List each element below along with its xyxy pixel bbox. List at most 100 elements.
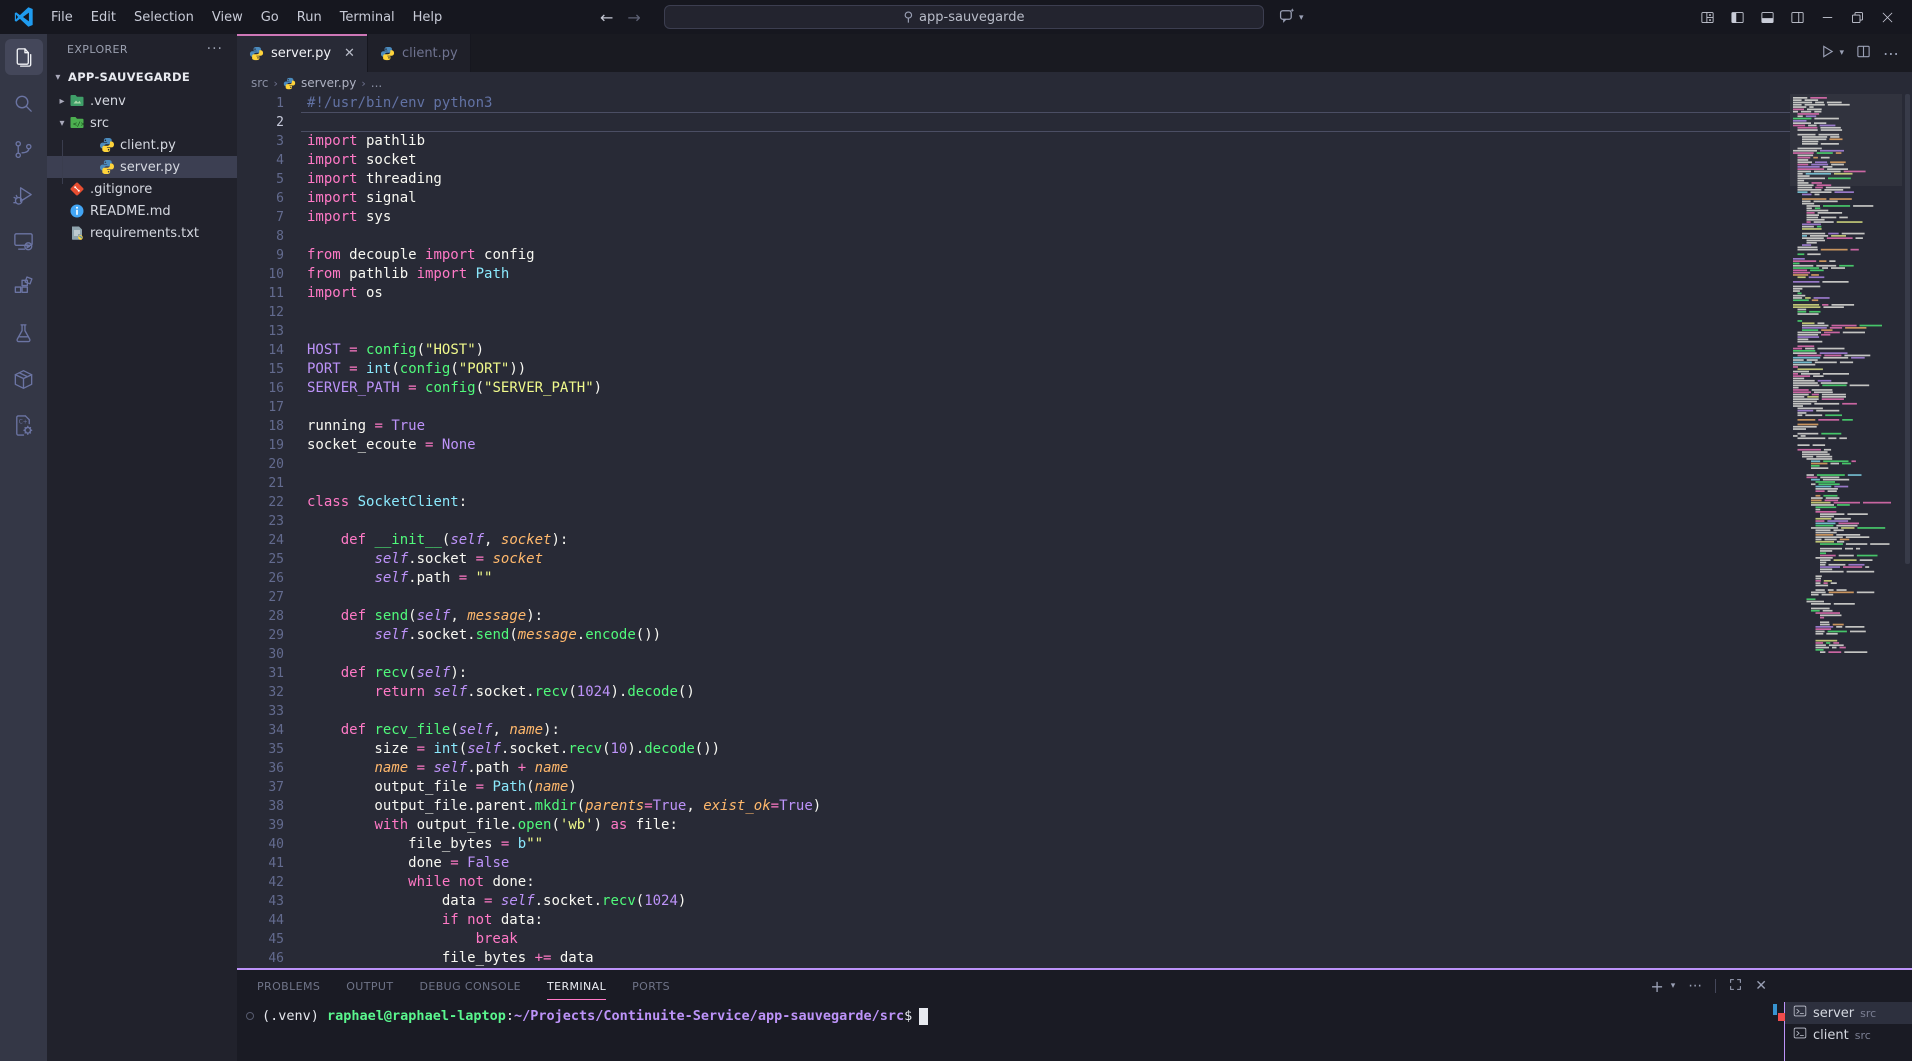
tree-item-server-py[interactable]: server.py <box>47 156 237 178</box>
sidebar-title: EXPLORER <box>67 43 128 56</box>
containers-icon[interactable] <box>5 361 43 397</box>
line-number: 31 <box>237 664 307 683</box>
breadcrumb-item[interactable]: server.py <box>301 76 356 90</box>
add-terminal-icon[interactable]: + <box>1650 977 1663 996</box>
close-panel-icon[interactable]: ✕ <box>1755 978 1767 994</box>
line-number: 20 <box>237 455 307 474</box>
folder-src-icon: </> <box>69 115 85 131</box>
ellipsis-icon[interactable]: ··· <box>207 41 223 57</box>
terminal-decoration-blue <box>1773 1004 1777 1015</box>
testing-icon[interactable] <box>5 315 43 351</box>
line-number: 17 <box>237 398 307 417</box>
terminal-list-item-server[interactable]: serversrc <box>1785 1002 1912 1024</box>
terminal-icon <box>1793 1026 1807 1044</box>
tree-item-src[interactable]: ▾</>src <box>47 112 237 134</box>
search-icon[interactable] <box>5 85 43 121</box>
code-line <box>307 113 1790 132</box>
line-number: 33 <box>237 702 307 721</box>
terminal-list: serversrcclientsrc <box>1784 1002 1912 1061</box>
remote-explorer-icon[interactable] <box>5 223 43 259</box>
forward-icon[interactable]: → <box>627 8 640 27</box>
menu-selection[interactable]: Selection <box>125 10 203 25</box>
extensions-icon[interactable] <box>5 269 43 305</box>
tree-item--venv[interactable]: ▸.venv <box>47 90 237 112</box>
panel-bottom-icon[interactable] <box>1754 4 1780 30</box>
tab-client-py[interactable]: client.py <box>368 34 471 72</box>
command-center-search[interactable]: ⚲ app-sauvegarde <box>664 5 1264 29</box>
file-tree: ▸.venv▾</>src client.py server.py .gitignor… <box>47 90 237 244</box>
line-number: 7 <box>237 208 307 227</box>
editor-scrollbar[interactable] <box>1905 94 1910 564</box>
line-number: 16 <box>237 379 307 398</box>
terminal-path: ~/Projects/Continuite-Service/app-sauveg… <box>514 1008 904 1024</box>
source-control-icon[interactable] <box>5 131 43 167</box>
code-line: file_bytes += data <box>307 949 1790 968</box>
python-icon <box>380 46 395 61</box>
tree-item-label: .gitignore <box>90 182 152 197</box>
menu-bar: FileEditSelectionViewGoRunTerminalHelp <box>42 0 451 34</box>
minimize-icon[interactable] <box>1814 4 1840 30</box>
run-debug-icon[interactable] <box>5 177 43 213</box>
split-editor-icon[interactable] <box>1856 44 1871 63</box>
menu-view[interactable]: View <box>203 10 252 25</box>
workspace-root[interactable]: ▾ APP-SAUVEGARDE <box>47 64 237 90</box>
restore-icon[interactable] <box>1844 4 1870 30</box>
tree-item--gitignore[interactable]: .gitignore <box>47 178 237 200</box>
code-line: import os <box>307 284 1790 303</box>
line-number: 3 <box>237 132 307 151</box>
code-line: import sys <box>307 208 1790 227</box>
line-number: 2 <box>237 113 307 132</box>
back-icon[interactable]: ← <box>600 8 613 27</box>
tools-icon[interactable]: C+ <box>5 407 43 443</box>
copilot-menu[interactable]: ▾ <box>1279 7 1304 28</box>
breadcrumb-item[interactable]: ... <box>371 76 382 90</box>
code-line: done = False <box>307 854 1790 873</box>
maximize-panel-icon[interactable] <box>1729 978 1742 995</box>
tree-item-readme-md[interactable]: README.md <box>47 200 237 222</box>
terminal[interactable]: (.venv) raphael@raphael-laptop : ~/Proje… <box>237 1002 1784 1061</box>
chevron-down-icon[interactable]: ▾ <box>1671 981 1676 991</box>
menu-go[interactable]: Go <box>252 10 288 25</box>
panel-tab-terminal[interactable]: TERMINAL <box>547 972 606 1000</box>
line-number: 41 <box>237 854 307 873</box>
panel-tab-problems[interactable]: PROBLEMS <box>257 972 320 1000</box>
menu-edit[interactable]: Edit <box>82 10 125 25</box>
code-editor[interactable]: 1234567891011121314151617181920212223242… <box>237 94 1912 968</box>
textfile-icon <box>69 225 85 241</box>
explorer-sidebar: EXPLORER ··· ▾ APP-SAUVEGARDE ▸.venv▾</>… <box>47 34 237 1061</box>
breadcrumb-item[interactable]: src <box>251 76 269 90</box>
minimap[interactable] <box>1790 94 1902 968</box>
chevron-down-icon[interactable]: ▾ <box>1839 48 1844 58</box>
tree-item-requirements-txt[interactable]: requirements.txt <box>47 222 237 244</box>
explorer-icon[interactable] <box>5 39 43 75</box>
terminal-prompt-line: (.venv) raphael@raphael-laptop : ~/Proje… <box>246 1006 1784 1026</box>
layout-grid-icon[interactable] <box>1694 4 1720 30</box>
line-number: 32 <box>237 683 307 702</box>
panel-tab-debug-console[interactable]: DEBUG CONSOLE <box>419 972 521 1000</box>
ellipsis-icon[interactable]: ⋯ <box>1688 978 1702 994</box>
code-line: file_bytes = b"" <box>307 835 1790 854</box>
workspace-root-label: APP-SAUVEGARDE <box>68 70 190 84</box>
panel-tab-ports[interactable]: PORTS <box>632 972 670 1000</box>
menu-terminal[interactable]: Terminal <box>331 10 404 25</box>
tab-bar: server.py✕client.py ▾ ⋯ <box>237 34 1912 72</box>
more-actions-icon[interactable]: ⋯ <box>1883 44 1900 63</box>
tab-server-py[interactable]: server.py✕ <box>237 34 368 72</box>
menu-help[interactable]: Help <box>404 10 452 25</box>
history-nav: ← → <box>600 0 641 34</box>
tree-item-client-py[interactable]: client.py <box>47 134 237 156</box>
close-tab-icon[interactable]: ✕ <box>344 46 355 61</box>
code-line <box>307 474 1790 493</box>
terminal-list-item-client[interactable]: clientsrc <box>1785 1024 1912 1046</box>
tree-item-label: client.py <box>120 138 176 153</box>
menu-run[interactable]: Run <box>288 10 331 25</box>
python-icon <box>99 137 115 153</box>
line-number: 35 <box>237 740 307 759</box>
terminal-icon <box>1793 1004 1807 1022</box>
sidebar-left-icon[interactable] <box>1724 4 1750 30</box>
run-python-file-icon[interactable] <box>1820 44 1835 63</box>
panel-tab-output[interactable]: OUTPUT <box>346 972 393 1000</box>
menu-file[interactable]: File <box>42 10 82 25</box>
close-icon[interactable] <box>1874 4 1900 30</box>
sidebar-right-icon[interactable] <box>1784 4 1810 30</box>
